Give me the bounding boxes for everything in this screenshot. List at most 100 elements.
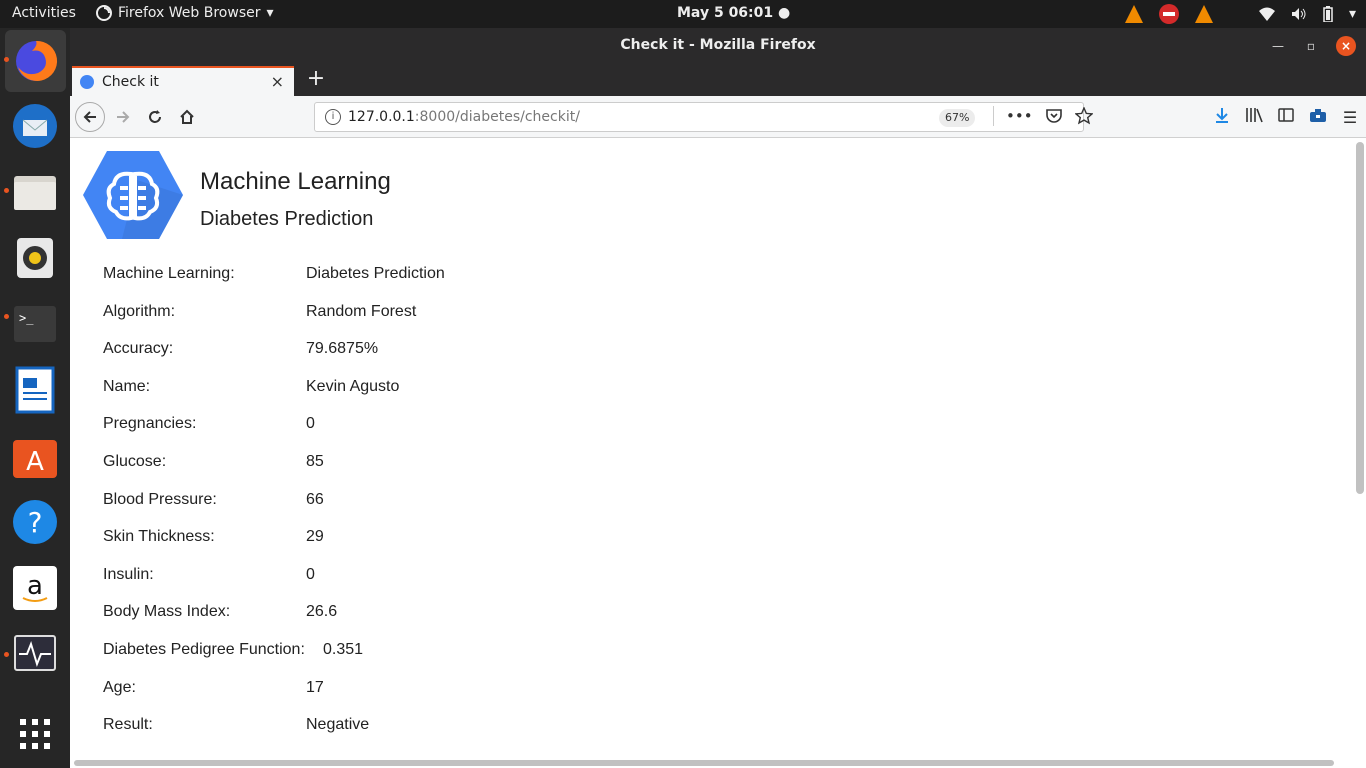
window-titlebar[interactable]: Check it - Mozilla Firefox — ▫ ×: [70, 28, 1366, 64]
dock-help[interactable]: ?: [11, 498, 59, 546]
software-center-icon: A: [13, 440, 57, 478]
ml-brain-logo: [83, 151, 183, 239]
reload-icon: [149, 110, 161, 123]
sidebar-icon[interactable]: [1270, 107, 1302, 127]
minimize-button[interactable]: —: [1268, 36, 1288, 56]
show-applications-button[interactable]: [11, 710, 59, 758]
separator: [993, 106, 994, 126]
horizontal-scrollbar[interactable]: [74, 760, 1334, 766]
system-monitor-icon: [14, 635, 56, 671]
url-text[interactable]: 127.0.0.1:8000/diabetes/checkit/: [348, 109, 580, 125]
dock-amazon[interactable]: a: [11, 564, 59, 612]
toolbar-right-buttons: ☰: [1206, 102, 1366, 132]
list-item: Diabetes Pedigree Function: 0.351: [103, 641, 703, 679]
help-icon: ?: [13, 500, 57, 544]
url-bar-actions: •••: [993, 106, 1093, 126]
app-menu[interactable]: Firefox Web Browser ▾: [96, 5, 274, 21]
dock-files[interactable]: [11, 168, 59, 216]
row-value: 66: [306, 490, 324, 508]
firefox-icon: [15, 40, 57, 81]
gnome-top-bar: Activities Firefox Web Browser ▾ May 5 0…: [0, 0, 1366, 28]
activities-button[interactable]: Activities: [12, 5, 76, 21]
row-label: Insulin:: [103, 565, 154, 583]
row-label: Glucose:: [103, 452, 167, 470]
dock-firefox[interactable]: [5, 30, 66, 92]
page-title: Machine Learning: [200, 168, 391, 195]
site-info-icon[interactable]: i: [325, 109, 341, 125]
hamburger-menu-icon[interactable]: ☰: [1334, 108, 1366, 127]
running-indicator: [4, 188, 9, 193]
svg-text:>_: >_: [19, 311, 34, 325]
dock-ubuntu-software[interactable]: A: [11, 432, 59, 480]
page-subtitle: Diabetes Prediction: [200, 208, 374, 230]
svg-text:?: ?: [28, 506, 43, 539]
row-value: 0.351: [323, 640, 364, 658]
url-bar[interactable]: i 127.0.0.1:8000/diabetes/checkit/ 67% •…: [314, 102, 1093, 132]
dock-thunderbird[interactable]: [11, 102, 59, 150]
row-value: 0: [306, 415, 315, 433]
forward-button[interactable]: [108, 102, 138, 132]
dock-system-monitor[interactable]: [11, 630, 59, 678]
running-indicator: [4, 57, 9, 62]
row-label: Skin Thickness:: [103, 528, 215, 546]
dock-rhythmbox[interactable]: [11, 234, 59, 282]
row-label: Machine Learning:: [103, 265, 235, 282]
volume-icon[interactable]: [1291, 7, 1307, 21]
no-entry-icon[interactable]: [1158, 4, 1179, 24]
row-value: 29: [306, 528, 324, 546]
folder-icon: [14, 176, 56, 210]
vlc-cone-icon[interactable]: [1194, 5, 1213, 23]
reload-button[interactable]: [140, 102, 170, 132]
dropdown-arrow-icon[interactable]: ▾: [1349, 6, 1356, 22]
row-label: Result:: [103, 716, 153, 734]
clock[interactable]: May 5 06:01 ●: [677, 5, 790, 21]
close-tab-icon[interactable]: ×: [271, 72, 284, 91]
back-button[interactable]: [75, 102, 105, 132]
favicon-icon: [80, 75, 94, 89]
row-label: Body Mass Index:: [103, 603, 231, 621]
row-value: 17: [306, 678, 324, 696]
row-label: Blood Pressure:: [103, 490, 217, 508]
svg-text:A: A: [26, 447, 44, 477]
row-label: Name:: [103, 377, 151, 395]
page-actions-icon[interactable]: •••: [1006, 107, 1033, 125]
rhythmbox-icon: [17, 238, 53, 278]
row-value: 85: [306, 452, 324, 470]
row-label: Algorithm:: [103, 302, 176, 320]
list-item: Blood Pressure: 66: [103, 491, 703, 529]
pocket-icon[interactable]: [1045, 107, 1063, 125]
terminal-icon: >_: [14, 306, 56, 342]
vertical-scrollbar[interactable]: [1356, 142, 1364, 494]
battery-icon[interactable]: [1323, 6, 1333, 22]
list-item: Glucose: 85: [103, 453, 703, 491]
extension-icon[interactable]: [1302, 107, 1334, 127]
dock-terminal[interactable]: >_: [11, 300, 59, 348]
new-tab-button[interactable]: +: [302, 66, 330, 94]
wifi-icon[interactable]: [1258, 7, 1275, 21]
forward-arrow-icon: [117, 111, 130, 123]
firefox-window: Check it - Mozilla Firefox — ▫ × Check i…: [70, 28, 1366, 768]
vlc-cone-icon[interactable]: [1124, 5, 1143, 23]
row-value: Random Forest: [306, 302, 417, 320]
bookmark-star-icon[interactable]: [1074, 107, 1093, 125]
back-arrow-icon: [83, 111, 96, 123]
writer-icon: [15, 366, 55, 414]
row-label: Age:: [103, 678, 136, 696]
app-menu-label: Firefox Web Browser: [118, 5, 261, 21]
tab-strip: Check it × +: [70, 64, 1366, 96]
notification-dot-icon: ●: [778, 5, 791, 21]
close-window-button[interactable]: ×: [1336, 36, 1356, 56]
list-item: Accuracy: 79.6875%: [103, 340, 703, 378]
home-icon: [180, 109, 194, 124]
app-grid-icon: [20, 719, 50, 749]
tab-check-it[interactable]: Check it ×: [72, 66, 294, 96]
zoom-indicator[interactable]: 67%: [939, 109, 976, 127]
system-tray[interactable]: ▾: [1124, 3, 1356, 25]
home-button[interactable]: [172, 102, 202, 132]
list-item: Machine Learning: Diabetes Prediction: [103, 265, 703, 303]
row-value: Negative: [306, 716, 370, 734]
maximize-button[interactable]: ▫: [1301, 36, 1321, 56]
library-icon[interactable]: [1238, 107, 1270, 127]
dock-writer[interactable]: [11, 366, 59, 414]
downloads-icon[interactable]: [1206, 107, 1238, 127]
